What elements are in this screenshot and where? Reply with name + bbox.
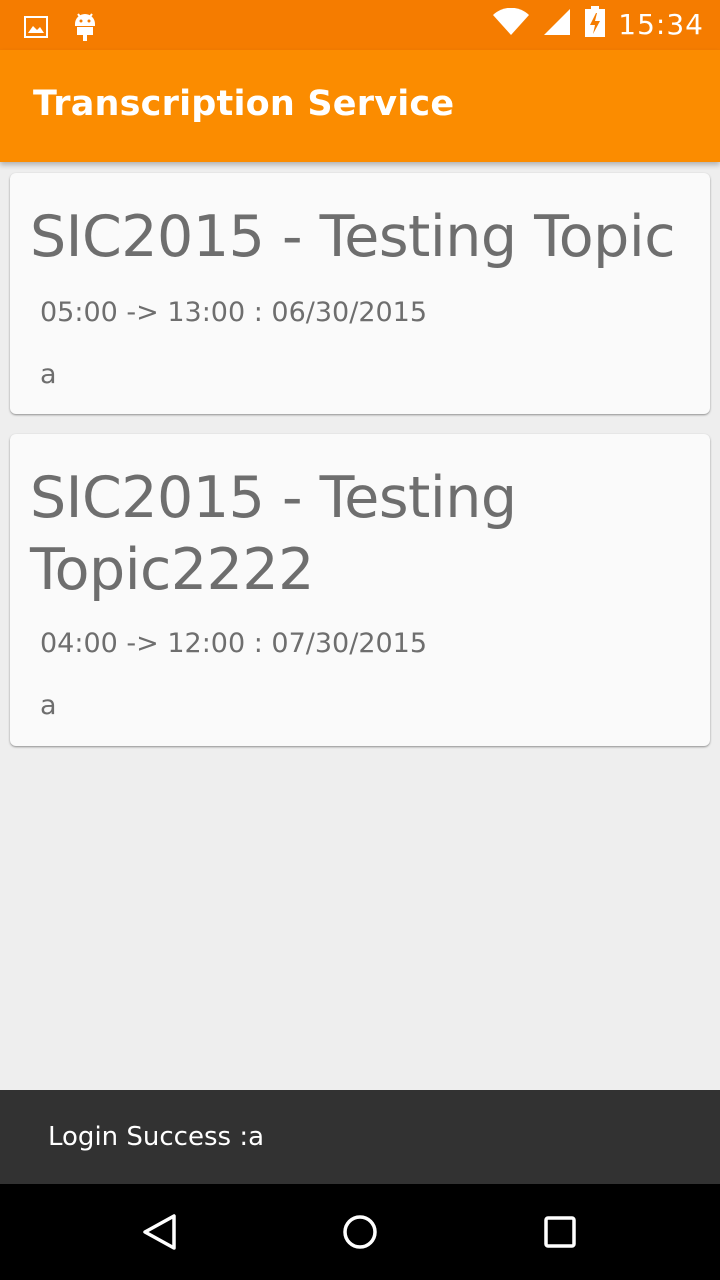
image-icon — [24, 16, 48, 42]
session-card[interactable]: SIC2015 - Testing Topic 05:00 -> 13:00 :… — [10, 173, 710, 414]
status-system: 15:34 — [492, 6, 704, 42]
snackbar-message: Login Success :a — [48, 1122, 265, 1152]
battery-charging-icon — [584, 6, 606, 42]
status-bar: 15:34 — [0, 0, 720, 50]
session-card[interactable]: SIC2015 - Testing Topic2222 04:00 -> 12:… — [10, 434, 710, 746]
android-icon — [72, 12, 98, 46]
home-icon[interactable] — [340, 1212, 380, 1252]
session-title: SIC2015 - Testing Topic — [30, 204, 676, 270]
session-time: 04:00 -> 12:00 : 07/30/2015 — [40, 628, 428, 659]
session-time: 05:00 -> 13:00 : 06/30/2015 — [40, 297, 428, 328]
app-bar: Transcription Service — [0, 50, 720, 162]
session-title: SIC2015 - Testing Topic2222 — [30, 465, 517, 603]
wifi-icon — [492, 7, 530, 40]
app-title: Transcription Service — [33, 84, 455, 124]
signal-icon — [542, 8, 572, 40]
status-clock: 15:34 — [618, 7, 704, 41]
back-icon[interactable] — [140, 1212, 180, 1252]
navigation-bar — [0, 1184, 720, 1280]
session-subtitle: a — [40, 359, 57, 390]
status-notifications — [24, 12, 98, 46]
session-subtitle: a — [40, 690, 57, 721]
recent-apps-icon[interactable] — [540, 1212, 580, 1252]
snackbar: Login Success :a — [0, 1090, 720, 1184]
